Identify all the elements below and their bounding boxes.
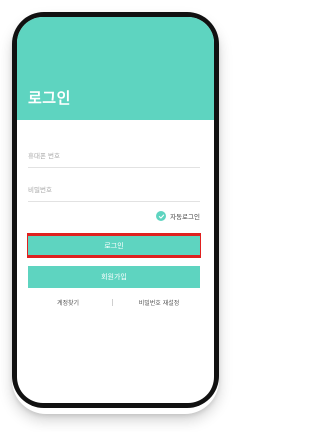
phone-input[interactable] (28, 149, 200, 163)
stage: 로그인 자동로그인 로그인 회원가입 계정찾기 비밀번호 재설정 (0, 0, 231, 432)
auto-login-label: 자동로그인 (170, 213, 200, 221)
signup-button[interactable]: 회원가입 (28, 266, 200, 288)
header: 로그인 (17, 17, 214, 120)
find-account-link[interactable]: 계정찾기 (28, 298, 108, 307)
login-button[interactable]: 로그인 (28, 236, 200, 255)
login-screen: 로그인 자동로그인 로그인 회원가입 계정찾기 비밀번호 재설정 (17, 17, 214, 403)
check-circle-icon[interactable] (156, 211, 167, 221)
phone-field (28, 145, 200, 168)
page-title: 로그인 (28, 89, 71, 107)
link-divider (112, 298, 113, 306)
reset-password-link[interactable]: 비밀번호 재설정 (119, 298, 199, 307)
password-field (28, 179, 200, 202)
account-links: 계정찾기 비밀번호 재설정 (28, 296, 200, 308)
password-input[interactable] (28, 183, 200, 197)
auto-login-toggle[interactable]: 자동로그인 (156, 210, 200, 222)
